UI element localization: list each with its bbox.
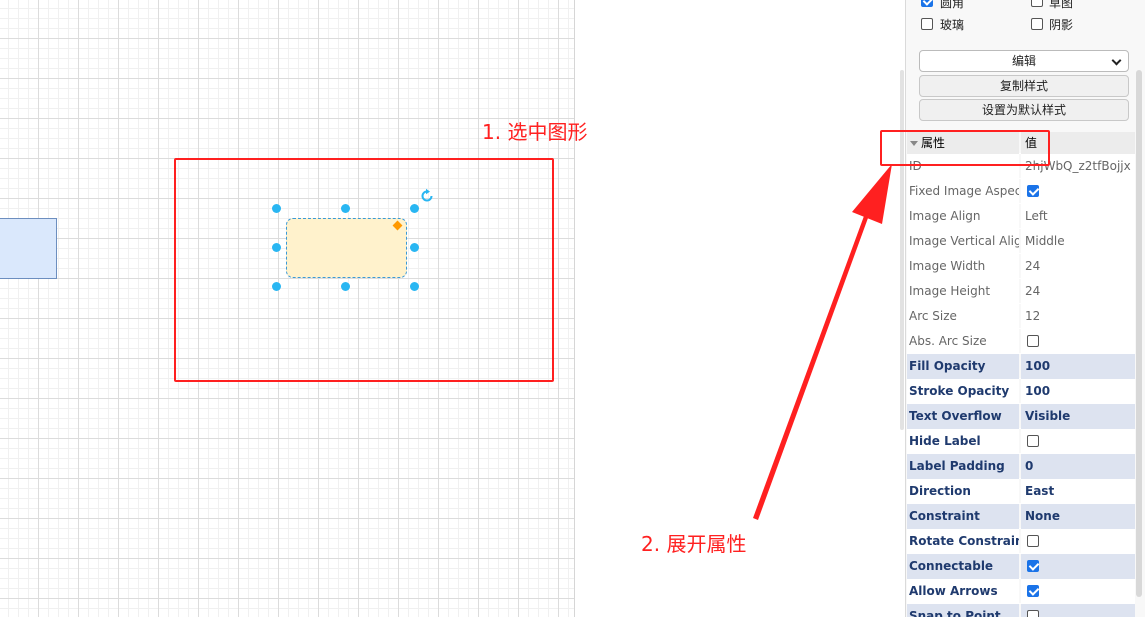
property-value[interactable]: Middle — [1021, 229, 1135, 254]
property-value[interactable]: 100 — [1021, 354, 1135, 379]
annotation-step2: 2. 展开属性 — [641, 532, 747, 556]
hide-label-checkbox[interactable] — [1027, 435, 1039, 447]
property-name: Abs. Arc Size — [907, 329, 1019, 354]
left-blue-shape[interactable] — [0, 218, 57, 279]
chevron-down-icon — [1111, 55, 1122, 66]
property-value[interactable]: None — [1021, 504, 1135, 529]
property-name: Fixed Image Aspect — [907, 179, 1019, 204]
edit-dropdown-value: 编辑 — [1011, 54, 1036, 68]
property-row-fixed-image-aspect: Fixed Image Aspect — [907, 179, 1135, 204]
property-row-text-overflow: Text Overflow Visible — [907, 404, 1135, 429]
property-name: Rotate Constraint — [907, 529, 1019, 554]
property-row-snap-to-point: Snap to Point — [907, 604, 1135, 617]
property-value[interactable]: 12 — [1021, 304, 1135, 329]
property-name: Image Vertical Align — [907, 229, 1019, 254]
glass-checkbox[interactable] — [921, 18, 933, 30]
shadow-label: 阴影 — [1049, 18, 1074, 32]
property-row-connectable: Connectable — [907, 554, 1135, 579]
rotate-constraint-checkbox[interactable] — [1027, 535, 1039, 547]
property-row-stroke-opacity: Stroke Opacity 100 — [907, 379, 1135, 404]
property-value[interactable]: Left — [1021, 204, 1135, 229]
property-name: Constraint — [907, 504, 1019, 529]
abs-arc-size-checkbox[interactable] — [1027, 335, 1039, 347]
rounded-checkbox[interactable] — [921, 0, 933, 7]
property-row-rotate-constraint: Rotate Constraint — [907, 529, 1135, 554]
property-name: Arc Size — [907, 304, 1019, 329]
property-value[interactable]: 0 — [1021, 454, 1135, 479]
property-name: Connectable — [907, 554, 1019, 579]
property-row-constraint: Constraint None — [907, 504, 1135, 529]
connectable-checkbox[interactable] — [1027, 560, 1039, 572]
property-name: Label Padding — [907, 454, 1019, 479]
allow-arrows-checkbox[interactable] — [1027, 585, 1039, 597]
property-name: Image Align — [907, 204, 1019, 229]
snap-to-point-checkbox[interactable] — [1027, 610, 1039, 617]
property-row-arc-size: Arc Size 12 — [907, 304, 1135, 329]
property-value[interactable]: East — [1021, 479, 1135, 504]
annotation-arrow — [753, 164, 892, 520]
property-row-abs-arc-size: Abs. Arc Size — [907, 329, 1135, 354]
fixed-image-aspect-checkbox[interactable] — [1027, 185, 1039, 197]
property-name: Text Overflow — [907, 404, 1019, 429]
property-grid: 属性 值 ID 2hjWbQ_z2tfBojjx Fixed Image Asp… — [907, 132, 1135, 617]
property-row-fill-opacity: Fill Opacity 100 — [907, 354, 1135, 379]
property-name: Snap to Point — [907, 604, 1019, 617]
property-name: Image Height — [907, 279, 1019, 304]
shadow-checkbox[interactable] — [1031, 18, 1043, 30]
sketch-label: 草图 — [1049, 0, 1074, 10]
property-name: Image Width — [907, 254, 1019, 279]
property-value[interactable]: 24 — [1021, 254, 1135, 279]
glass-label: 玻璃 — [940, 18, 965, 32]
annotation-step1: 1. 选中图形 — [482, 120, 588, 144]
property-row-hide-label: Hide Label — [907, 429, 1135, 454]
property-name: Fill Opacity — [907, 354, 1019, 379]
sketch-checkbox[interactable] — [1031, 0, 1043, 7]
property-name: Direction — [907, 479, 1019, 504]
property-name: Stroke Opacity — [907, 379, 1019, 404]
property-row-allow-arrows: Allow Arrows — [907, 579, 1135, 604]
property-row-image-vertical-align: Image Vertical Align Middle — [907, 229, 1135, 254]
property-value[interactable]: 100 — [1021, 379, 1135, 404]
annotation-box-shape — [174, 158, 554, 382]
property-name: Allow Arrows — [907, 579, 1019, 604]
property-row-image-width: Image Width 24 — [907, 254, 1135, 279]
property-value[interactable]: 24 — [1021, 279, 1135, 304]
property-name: Hide Label — [907, 429, 1019, 454]
property-row-image-align: Image Align Left — [907, 204, 1135, 229]
property-row-direction: Direction East — [907, 479, 1135, 504]
edit-dropdown[interactable]: 编辑 — [919, 50, 1129, 72]
property-row-label-padding: Label Padding 0 — [907, 454, 1135, 479]
app-root: 1. 选中图形 2. 展开属性 圆角 草图 玻璃 阴影 编辑 复制样式 设置为默… — [0, 0, 1145, 617]
set-default-style-button[interactable]: 设置为默认样式 — [919, 99, 1129, 121]
panel-scrollbar[interactable] — [1136, 70, 1142, 597]
property-value[interactable]: Visible — [1021, 404, 1135, 429]
property-row-image-height: Image Height 24 — [907, 279, 1135, 304]
copy-style-button[interactable]: 复制样式 — [919, 75, 1129, 97]
rounded-label: 圆角 — [940, 0, 965, 10]
